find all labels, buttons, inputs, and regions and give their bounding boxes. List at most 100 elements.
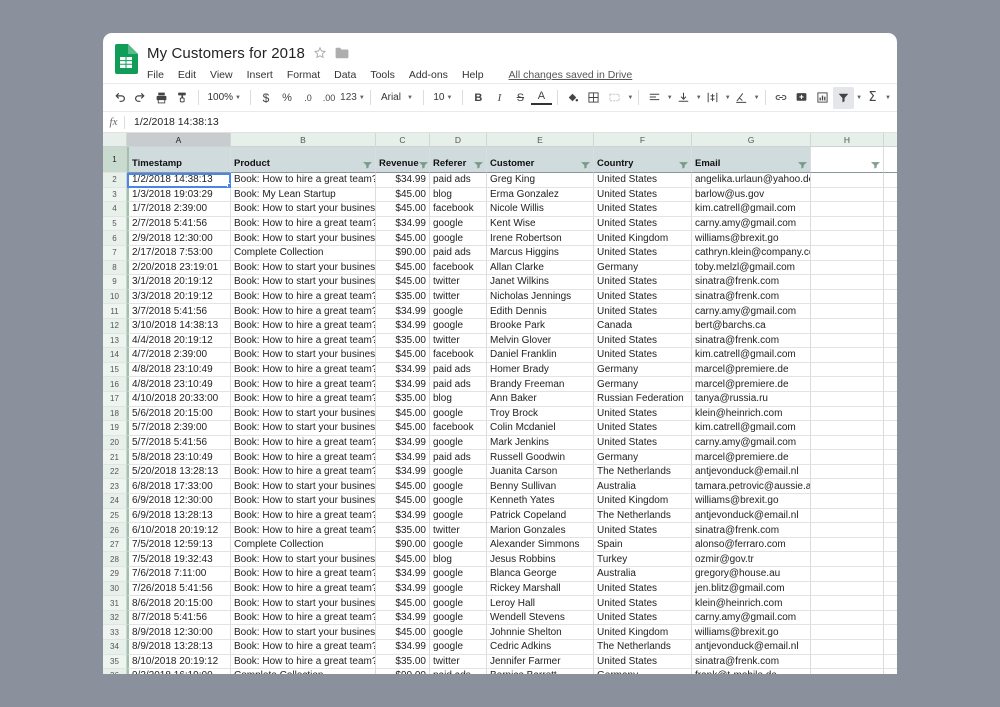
table-row[interactable]: 34 8/9/2018 13:28:13 Book: How to hire a g… [103, 640, 897, 655]
table-row[interactable]: 16 4/8/2018 23:10:49 Book: How to hire a g… [103, 377, 897, 392]
save-status[interactable]: All changes saved in Drive [509, 69, 633, 81]
table-row[interactable]: 3 1/3/2018 19:03:29 Book: My Lean Startup $… [103, 187, 897, 203]
cell-country[interactable]: Turkey [594, 552, 692, 568]
cell-country[interactable]: United States [594, 245, 692, 261]
cell-timestamp[interactable]: 6/10/2018 20:19:12 [127, 523, 231, 538]
cell-blank[interactable] [811, 187, 884, 203]
cell-timestamp[interactable]: 5/7/2018 5:41:56 [127, 435, 231, 451]
table-row[interactable]: 28 7/5/2018 19:32:43 Book: How to start yo… [103, 552, 897, 568]
cell-referer[interactable]: google [430, 216, 487, 232]
cell-overflow[interactable] [884, 216, 897, 232]
table-row[interactable]: 2 1/2/2018 14:38:13 Book: How to hire a gr… [103, 173, 897, 188]
cell-country[interactable]: United States [594, 435, 692, 451]
table-row[interactable]: 8 2/20/2018 23:19:01 Book: How to start yo… [103, 260, 897, 276]
cell-customer[interactable]: Brooke Park [487, 318, 594, 334]
table-row[interactable]: 369/2/2018 16:19:00Complete Collection$9… [103, 669, 897, 674]
cell-revenue[interactable]: $45.00 [376, 406, 430, 422]
decrease-decimal-button[interactable]: .0 [297, 87, 318, 109]
cell-revenue[interactable]: $45.00 [376, 260, 430, 276]
cell-referer[interactable]: google [430, 581, 487, 597]
cell-referer[interactable]: google [430, 464, 487, 480]
row-header-20[interactable]: 20 [103, 435, 127, 451]
column-header-g[interactable]: G [692, 133, 811, 147]
cell-product[interactable]: Book: How to hire a great team? [231, 567, 376, 582]
cell-timestamp[interactable]: 1/3/2018 19:03:29 [127, 187, 231, 203]
table-row[interactable]: 20 5/7/2018 5:41:56 Book: How to hire a gr… [103, 435, 897, 451]
cell-referer[interactable]: google [430, 610, 487, 626]
table-row[interactable]: 10 3/3/2018 20:19:12 Book: How to hire a g… [103, 289, 897, 305]
header-cell-blank[interactable] [811, 147, 884, 173]
row-header-10[interactable]: 10 [103, 289, 127, 305]
cell-product[interactable]: Book: How to hire a great team? [231, 464, 376, 480]
cell-overflow[interactable] [884, 479, 897, 495]
cell-revenue[interactable]: $35.00 [376, 289, 430, 305]
cell-revenue[interactable]: $34.99 [376, 377, 430, 392]
cell-product[interactable]: Book: How to hire a great team? [231, 304, 376, 319]
insert-comment-icon[interactable] [791, 87, 812, 109]
cell-overflow[interactable] [884, 260, 897, 276]
font-size-selector[interactable]: 10 ▼ [428, 92, 457, 103]
menu-item-format[interactable]: Format [287, 69, 320, 81]
cell-referer[interactable]: facebook [430, 202, 487, 217]
text-color-button[interactable]: A [530, 91, 552, 105]
row-header-36[interactable]: 36 [103, 669, 127, 674]
name-box[interactable]: fx [103, 116, 124, 128]
font-family-selector[interactable]: Arial ▼ [376, 92, 418, 103]
cell-overflow[interactable] [884, 391, 897, 407]
cell-referer[interactable]: facebook [430, 260, 487, 276]
row-header-30[interactable]: 30 [103, 581, 127, 597]
cell-revenue[interactable]: $45.00 [376, 596, 430, 611]
cell-blank[interactable] [811, 391, 884, 407]
cell-country[interactable]: United States [594, 421, 692, 436]
cell-blank[interactable] [811, 523, 884, 538]
cell-product[interactable]: Book: How to hire a great team? [231, 391, 376, 407]
cell-overflow[interactable] [884, 581, 897, 597]
cell-revenue[interactable]: $34.99 [376, 581, 430, 597]
cell-customer[interactable]: Nicholas Jennings [487, 289, 594, 305]
cell-customer[interactable]: Bernice Barrett [487, 669, 594, 674]
cell-country[interactable]: United States [594, 610, 692, 626]
table-row[interactable]: 29 7/6/2018 7:11:00 Book: How to hire a gr… [103, 567, 897, 582]
cell-product[interactable]: Book: How to start your business? [231, 348, 376, 363]
cell-product[interactable]: Book: How to hire a great team? [231, 362, 376, 378]
bold-button[interactable]: B [468, 87, 489, 109]
cell-product[interactable]: Book: How to start your business? [231, 625, 376, 640]
table-row[interactable]: 15 4/8/2018 23:10:49 Book: How to hire a g… [103, 362, 897, 378]
cell-customer[interactable]: Rickey Marshall [487, 581, 594, 597]
filter-dropdown-icon[interactable] [871, 162, 880, 169]
row-header-14[interactable]: 14 [103, 348, 127, 363]
cell-product[interactable]: Book: How to hire a great team? [231, 450, 376, 465]
menu-item-addons[interactable]: Add-ons [409, 69, 448, 81]
cell-email[interactable]: williams@brexit.go [692, 625, 811, 640]
cell-product[interactable]: Book: How to start your business? [231, 406, 376, 422]
column-header-i[interactable] [884, 133, 897, 147]
column-header-h[interactable]: H [811, 133, 884, 147]
column-header-b[interactable]: B [231, 133, 376, 147]
table-row[interactable]: 33 8/9/2018 12:30:00 Book: How to start yo… [103, 625, 897, 640]
cell-country[interactable]: United States [594, 216, 692, 232]
cell-revenue[interactable]: $35.00 [376, 391, 430, 407]
row-header-5[interactable]: 5 [103, 216, 127, 232]
cell-timestamp[interactable]: 3/7/2018 5:41:56 [127, 304, 231, 319]
row-header-21[interactable]: 21 [103, 450, 127, 465]
table-row[interactable]: 30 7/26/2018 5:41:56 Book: How to hire a g… [103, 581, 897, 597]
row-header-18[interactable]: 18 [103, 406, 127, 422]
cell-country[interactable]: United States [594, 202, 692, 217]
cell-blank[interactable] [811, 567, 884, 582]
filter-dropdown-icon[interactable] [418, 162, 428, 169]
cell-blank[interactable] [811, 231, 884, 246]
cell-overflow[interactable] [884, 304, 897, 319]
cell-overflow[interactable] [884, 231, 897, 246]
cell-revenue[interactable]: $35.00 [376, 523, 430, 538]
redo-icon[interactable] [130, 87, 151, 109]
cell-country[interactable]: United States [594, 596, 692, 611]
table-row[interactable]: 12 3/10/2018 14:38:13 Book: How to hire a … [103, 318, 897, 334]
cell-email[interactable]: antjevonduck@email.nl [692, 464, 811, 480]
cell-customer[interactable]: Kent Wise [487, 216, 594, 232]
cell-customer[interactable]: Russell Goodwin [487, 450, 594, 465]
row-header-22[interactable]: 22 [103, 464, 127, 480]
cell-referer[interactable]: paid ads [430, 245, 487, 261]
cell-customer[interactable]: Marion Gonzales [487, 523, 594, 538]
row-header-28[interactable]: 28 [103, 552, 127, 568]
menu-item-help[interactable]: Help [462, 69, 484, 81]
